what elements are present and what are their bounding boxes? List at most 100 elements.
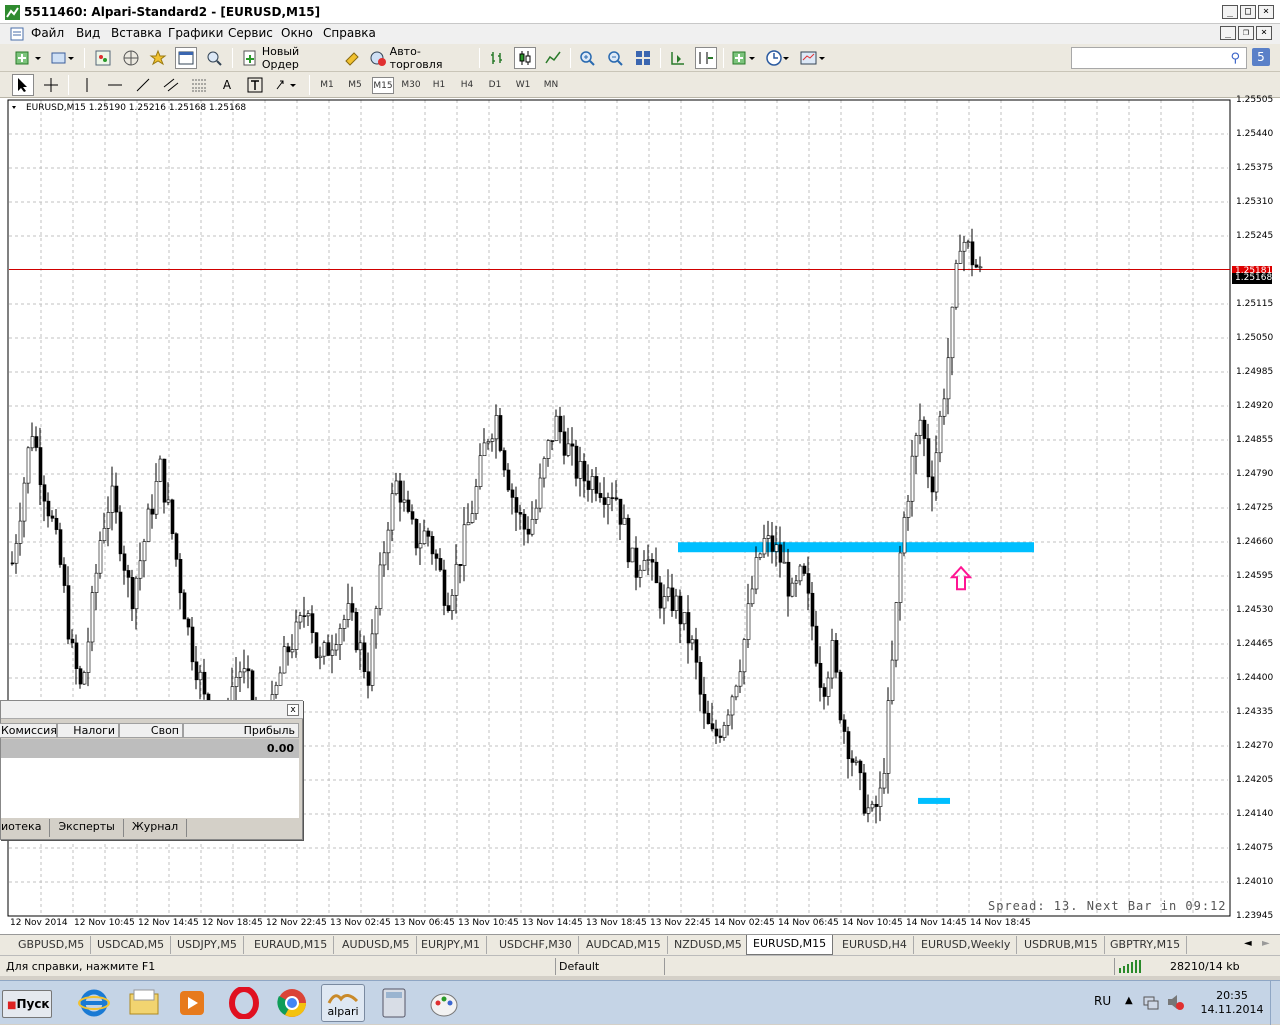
- profiles-button[interactable]: [48, 47, 78, 69]
- tabs-scroll-right-icon[interactable]: ►: [1262, 938, 1270, 949]
- chart-tab[interactable]: GBPTRY,M15: [1104, 936, 1188, 954]
- media-player-icon[interactable]: [170, 984, 214, 1022]
- terminal-panel[interactable]: x Комиссия Налоги Своп Прибыль 0.00 иоте…: [0, 700, 303, 840]
- timeframe-h1[interactable]: H1: [428, 77, 450, 94]
- vertical-line-icon[interactable]: [76, 74, 98, 96]
- tab-journal[interactable]: Журнал: [124, 819, 188, 837]
- network-icon[interactable]: [1142, 993, 1160, 1011]
- auto-trading-button[interactable]: Авто-торговля: [368, 45, 473, 71]
- periods-button[interactable]: [763, 47, 793, 69]
- templates-button[interactable]: [797, 47, 829, 69]
- chart-tab[interactable]: AUDUSD,M5: [336, 936, 417, 954]
- text-icon[interactable]: A: [216, 74, 238, 96]
- close-button[interactable]: ×: [1258, 5, 1274, 19]
- minimize-button[interactable]: _: [1222, 5, 1238, 19]
- chart-tab[interactable]: EURAUD,M15: [248, 936, 335, 954]
- candle-bear: [602, 497, 607, 505]
- menu-window[interactable]: Окно: [281, 26, 313, 40]
- tabs-scroll-left-icon[interactable]: ◄: [1244, 938, 1252, 949]
- menu-tools[interactable]: Сервис: [228, 26, 273, 40]
- timeframe-m15[interactable]: M15: [372, 77, 394, 94]
- explorer-icon[interactable]: [122, 984, 166, 1022]
- column-commission[interactable]: Комиссия: [0, 723, 57, 738]
- terminal-button[interactable]: [175, 47, 197, 69]
- tab-library[interactable]: иотека: [1, 819, 51, 837]
- chart-tab[interactable]: EURJPY,M1: [415, 936, 487, 954]
- auto-scroll-icon[interactable]: [667, 47, 689, 69]
- timeframe-w1[interactable]: W1: [512, 77, 534, 94]
- mdi-close-button[interactable]: ×: [1256, 26, 1272, 40]
- menu-help[interactable]: Справка: [323, 26, 376, 40]
- trendline-icon[interactable]: [132, 74, 154, 96]
- chart-tab[interactable]: USDJPY,M5: [171, 936, 244, 954]
- chart-tab[interactable]: AUDCAD,M15: [580, 936, 668, 954]
- mdi-minimize-button[interactable]: _: [1220, 26, 1236, 40]
- column-swap[interactable]: Своп: [119, 723, 183, 738]
- chart-tab[interactable]: USDCHF,M30: [493, 936, 579, 954]
- chart-tab[interactable]: USDRUB,M15: [1018, 936, 1105, 954]
- chrome-icon[interactable]: [270, 984, 314, 1022]
- indicators-button[interactable]: [729, 47, 759, 69]
- crosshair-icon[interactable]: [40, 74, 62, 96]
- favorites-button[interactable]: [147, 47, 169, 69]
- chart-tab[interactable]: EURUSD,H4: [836, 936, 914, 954]
- column-taxes[interactable]: Налоги: [57, 723, 119, 738]
- ie-icon[interactable]: [72, 984, 116, 1022]
- opera-icon[interactable]: [222, 984, 266, 1022]
- market-watch-button[interactable]: [92, 47, 114, 69]
- paint-icon[interactable]: [422, 984, 466, 1022]
- tab-experts[interactable]: Эксперты: [50, 819, 124, 837]
- maximize-button[interactable]: □: [1240, 5, 1256, 19]
- timeframe-h4[interactable]: H4: [456, 77, 478, 94]
- timeframe-m1[interactable]: M1: [316, 77, 338, 94]
- candlestick-chart-button[interactable]: [514, 47, 536, 69]
- start-button[interactable]: ■Пуск: [2, 990, 52, 1018]
- tile-windows-icon[interactable]: [632, 47, 654, 69]
- show-desktop-button[interactable]: [1270, 981, 1280, 1025]
- help-icon[interactable]: 5: [1252, 48, 1270, 66]
- chart-tab[interactable]: NZDUSD,M5: [668, 936, 749, 954]
- fibonacci-icon[interactable]: [188, 74, 210, 96]
- zoom-in-icon[interactable]: [576, 47, 598, 69]
- terminal-close-icon[interactable]: x: [287, 704, 299, 716]
- timeframe-d1[interactable]: D1: [484, 77, 506, 94]
- horizontal-line-icon[interactable]: [104, 74, 126, 96]
- menu-charts[interactable]: Графики: [168, 26, 223, 40]
- volume-muted-icon[interactable]: [1166, 993, 1184, 1011]
- menu-file[interactable]: Файл: [31, 26, 64, 40]
- chart-tab-active[interactable]: EURUSD,M15: [746, 935, 834, 955]
- timeframe-mn[interactable]: MN: [540, 77, 562, 94]
- column-profit[interactable]: Прибыль: [183, 723, 299, 738]
- new-chart-button[interactable]: [12, 47, 46, 69]
- mdi-restore-button[interactable]: ❐: [1238, 26, 1254, 40]
- chart-shift-icon[interactable]: [695, 47, 717, 69]
- zoom-out-icon[interactable]: [604, 47, 626, 69]
- arrows-icon[interactable]: [272, 74, 302, 96]
- tray-clock[interactable]: 20:35 14.11.2014: [1199, 989, 1265, 1017]
- menu-insert[interactable]: Вставка: [111, 26, 162, 40]
- search-icon[interactable]: ⚲: [1230, 51, 1240, 66]
- bar-chart-button[interactable]: [486, 47, 508, 69]
- line-chart-button[interactable]: [542, 47, 564, 69]
- tray-expand-icon[interactable]: ▲: [1125, 995, 1133, 1006]
- cursor-icon[interactable]: [12, 74, 34, 96]
- calculator-icon[interactable]: [372, 984, 416, 1022]
- timeframe-m30[interactable]: M30: [400, 77, 422, 94]
- timeframe-m5[interactable]: M5: [344, 77, 366, 94]
- chart-tab[interactable]: USDCAD,M5: [91, 936, 172, 954]
- tray-language[interactable]: RU: [1094, 994, 1111, 1008]
- metaeditor-button[interactable]: [342, 47, 362, 69]
- navigator-button[interactable]: [120, 47, 142, 69]
- chart-tab[interactable]: GBPUSD,M5: [12, 936, 92, 954]
- text-label-icon[interactable]: [244, 74, 266, 96]
- search-input[interactable]: ⚲: [1071, 47, 1247, 69]
- alpari-app-button[interactable]: alpari: [321, 984, 365, 1022]
- new-order-button[interactable]: Новый Ордер: [240, 45, 340, 71]
- equidistant-channel-icon[interactable]: [160, 74, 182, 96]
- candle-bull: [110, 485, 115, 513]
- candle-bull: [646, 559, 651, 561]
- balance-row[interactable]: 0.00: [1, 739, 299, 758]
- strategy-tester-button[interactable]: [203, 47, 225, 69]
- chart-tab[interactable]: EURUSD,Weekly: [915, 936, 1018, 954]
- menu-view[interactable]: Вид: [76, 26, 100, 40]
